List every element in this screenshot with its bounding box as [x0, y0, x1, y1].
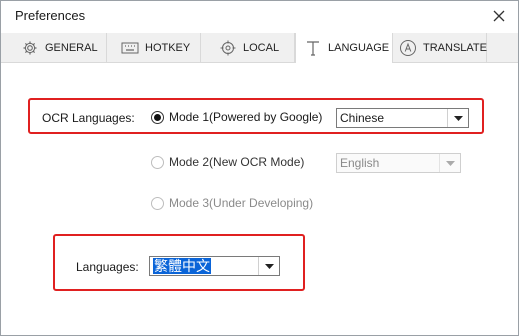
ocr-mode2-language-value: English [340, 156, 380, 170]
radio-checked-icon [151, 110, 164, 124]
tab-local-label: LOCAL [243, 41, 280, 54]
tab-translate-label: TRANSLATE [423, 41, 487, 54]
tab-language[interactable]: LANGUAGE [295, 33, 393, 63]
target-icon [219, 39, 237, 57]
ocr-mode1-language-select[interactable]: Chinese [336, 108, 469, 128]
tab-local[interactable]: LOCAL [201, 33, 295, 62]
chevron-down-icon [258, 257, 279, 275]
languages-value: 繁體中文 [153, 258, 211, 274]
translate-icon [399, 39, 417, 57]
ocr-mode1-label: Mode 1(Powered by Google) [169, 110, 323, 124]
ocr-mode1-language-value: Chinese [340, 111, 385, 125]
ocr-mode2-radio[interactable]: Mode 2(New OCR Mode) [151, 155, 304, 169]
language-panel: OCR Languages: Mode 1(Powered by Google)… [1, 63, 518, 335]
tab-general-label: GENERAL [45, 41, 98, 54]
chevron-down-icon [439, 154, 460, 172]
tab-general[interactable]: GENERAL [1, 33, 107, 62]
tab-language-label: LANGUAGE [328, 42, 390, 54]
chevron-down-icon [447, 109, 468, 127]
text-icon [304, 39, 322, 57]
tab-hotkey-label: HOTKEY [145, 41, 191, 54]
tab-bar: GENERAL HOTKEY LOCAL LANGUAGE TRANSLATE [1, 33, 518, 63]
title-bar: Preferences [1, 1, 518, 31]
close-button[interactable] [488, 5, 510, 27]
ocr-mode3-radio[interactable]: Mode 3(Under Developing) [151, 196, 313, 210]
ocr-mode2-label: Mode 2(New OCR Mode) [169, 155, 305, 169]
tab-translate[interactable]: TRANSLATE [393, 33, 487, 62]
ocr-mode2-language-select[interactable]: English [336, 153, 461, 173]
close-icon [493, 10, 505, 22]
radio-unchecked-icon [151, 196, 164, 210]
tab-hotkey[interactable]: HOTKEY [107, 33, 201, 62]
ocr-mode1-radio[interactable]: Mode 1(Powered by Google) [151, 110, 322, 124]
languages-value-wrap: 繁體中文 [150, 256, 258, 276]
radio-unchecked-icon [151, 155, 164, 169]
window-title: Preferences [15, 8, 86, 23]
languages-label: Languages: [76, 260, 139, 274]
keyboard-icon [121, 39, 139, 57]
gear-icon [21, 39, 39, 57]
ocr-languages-label: OCR Languages: [42, 111, 135, 125]
preferences-window: Preferences GENERAL HOTKEY LOCAL LANGUAG… [0, 0, 519, 336]
ocr-mode3-label: Mode 3(Under Developing) [169, 196, 314, 210]
languages-select[interactable]: 繁體中文 [149, 256, 280, 276]
